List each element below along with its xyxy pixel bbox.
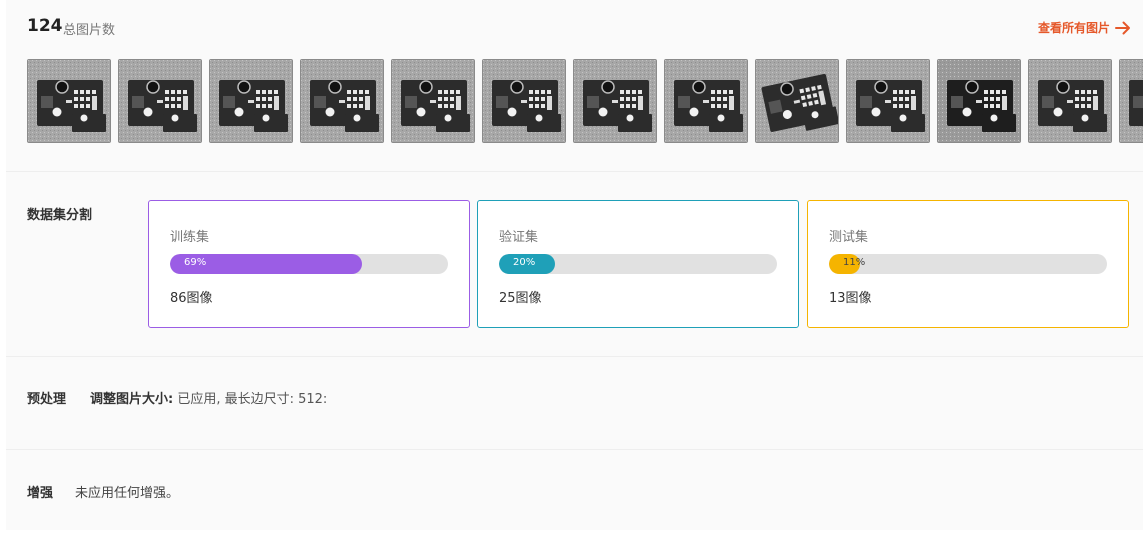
- split-card-test: 测试集 11% 13图像: [807, 200, 1129, 328]
- split-label-test: 测试集: [829, 230, 869, 245]
- image-thumbnail-strip: [27, 59, 1143, 144]
- image-thumbnail[interactable]: [300, 59, 384, 143]
- split-card-train: 训练集 69% 86图像: [148, 200, 470, 328]
- image-count-test: 13图像: [829, 291, 872, 306]
- image-thumbnail[interactable]: [755, 59, 839, 143]
- progress-track-train: 69%: [170, 254, 448, 274]
- view-all-images-link[interactable]: 查看所有图片: [1038, 19, 1131, 36]
- progress-track-valid: 20%: [499, 254, 777, 274]
- percent-label-test: 11%: [843, 257, 866, 268]
- progress-track-test: 11%: [829, 254, 1107, 274]
- image-thumbnail[interactable]: [27, 59, 111, 143]
- dataset-summary-panel: 124 总图片数 查看所有图片 数据集分割 训练集 69% 86图像 验证集 2…: [6, 0, 1143, 530]
- image-thumbnail[interactable]: [937, 59, 1021, 143]
- augmentation-title: 增强: [27, 486, 54, 501]
- split-card-valid: 验证集 20% 25图像: [477, 200, 799, 328]
- augmentation-value: 未应用任何增强。: [75, 486, 180, 501]
- section-divider: [6, 171, 1143, 172]
- split-label-valid: 验证集: [499, 230, 539, 245]
- image-thumbnail[interactable]: [118, 59, 202, 143]
- image-thumbnail[interactable]: [573, 59, 657, 143]
- preprocessing-detail: 调整图片大小: 已应用, 最长边尺寸: 512:: [90, 388, 327, 407]
- progress-fill-train: 69%: [170, 254, 362, 274]
- split-label-train: 训练集: [170, 230, 210, 245]
- section-divider: [6, 356, 1143, 357]
- preprocessing-key: 调整图片大小:: [90, 392, 174, 407]
- preprocessing-title: 预处理: [27, 392, 67, 407]
- preprocessing-value: 已应用, 最长边尺寸: 512:: [173, 392, 328, 407]
- image-count: 124: [27, 16, 63, 36]
- image-thumbnail[interactable]: [664, 59, 748, 143]
- section-divider: [6, 449, 1143, 450]
- arrow-right-icon: [1115, 21, 1131, 35]
- image-thumbnail[interactable]: [482, 59, 566, 143]
- image-thumbnail[interactable]: [1119, 59, 1143, 143]
- image-count-label: 总图片数: [63, 23, 116, 38]
- image-count-valid: 25图像: [499, 291, 542, 306]
- percent-label-valid: 20%: [513, 257, 536, 268]
- image-thumbnail[interactable]: [1028, 59, 1112, 143]
- image-thumbnail[interactable]: [391, 59, 475, 143]
- view-all-images-label: 查看所有图片: [1037, 21, 1110, 35]
- progress-fill-test: 11%: [829, 254, 865, 274]
- progress-fill-valid: 20%: [499, 254, 555, 274]
- image-thumbnail[interactable]: [209, 59, 293, 143]
- percent-label-train: 69%: [184, 257, 207, 268]
- split-section-title: 数据集分割: [27, 208, 93, 223]
- image-thumbnail[interactable]: [846, 59, 930, 143]
- image-count-train: 86图像: [170, 291, 213, 306]
